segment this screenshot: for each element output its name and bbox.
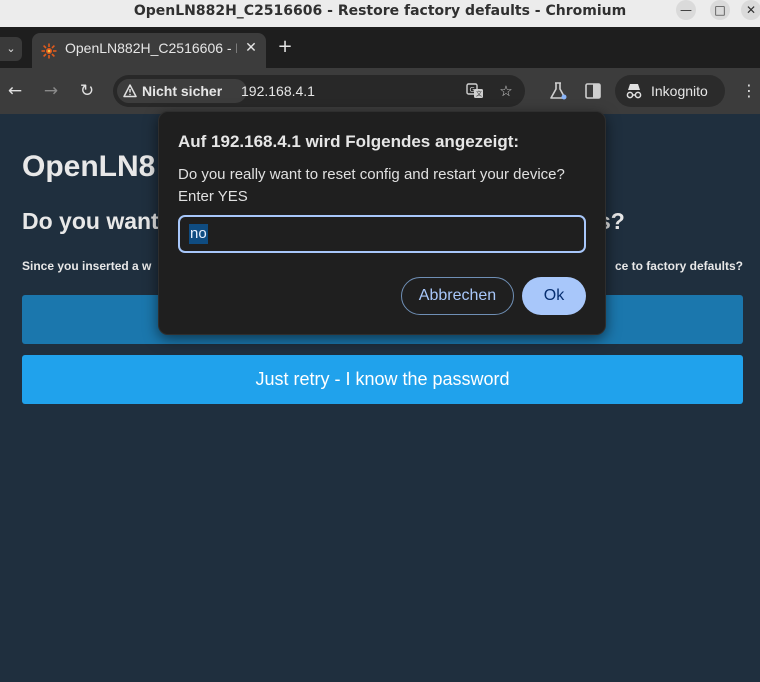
back-arrow-icon[interactable]: ← [3, 79, 27, 103]
page-title-text: OpenLN8 [22, 150, 156, 183]
dialog-message: Do you really want to reset config and r… [178, 166, 565, 205]
window-title: OpenLN882H_C2516606 - Restore factory de… [133, 3, 627, 19]
url-text[interactable]: 192.168.4.1 [241, 75, 315, 107]
minimize-icon[interactable]: — [676, 0, 696, 20]
tab-search-icon[interactable]: ⌄ [0, 37, 22, 61]
kebab-menu-icon[interactable]: ⋮ [740, 79, 758, 103]
close-window-icon[interactable]: ✕ [741, 0, 760, 20]
ok-button[interactable]: Ok [522, 277, 586, 315]
warning-triangle-icon [123, 84, 137, 98]
new-tab-icon[interactable]: + [274, 37, 296, 59]
window-titlebar: OpenLN882H_C2516606 - Restore factory de… [0, 0, 760, 27]
side-panel-icon[interactable] [581, 79, 605, 103]
security-label: Nicht sicher [142, 83, 223, 99]
star-icon[interactable]: ☆ [496, 81, 516, 101]
tab-strip: ⌄ OpenLN882H_C2516606 - Restore factory … [0, 27, 760, 68]
reload-icon[interactable]: ↻ [75, 79, 99, 103]
tab-close-icon[interactable]: ✕ [241, 36, 261, 60]
address-bar[interactable]: Nicht sicher 192.168.4.1 G 文 ☆ [113, 75, 525, 107]
dialog-input[interactable]: no [178, 215, 586, 253]
tab-active[interactable]: OpenLN882H_C2516606 - Restore factory de… [32, 33, 266, 68]
security-chip[interactable]: Nicht sicher [117, 79, 247, 103]
cancel-button[interactable]: Abbrechen [401, 277, 514, 315]
dialog-title: Auf 192.168.4.1 wird Folgendes angezeigt… [178, 132, 520, 151]
browser-toolbar: ← → ↻ Nicht sicher 192.168.4.1 G 文 ☆ Ink… [0, 68, 760, 114]
retry-button[interactable]: Just retry - I know the password [22, 355, 743, 404]
maximize-icon[interactable]: □ [710, 0, 730, 20]
forward-arrow-icon[interactable]: → [39, 79, 63, 103]
page-description-right: ce to factory defaults? [614, 259, 743, 273]
page-title: OpenLN8 [22, 150, 155, 184]
tab-title: OpenLN882H_C2516606 - Restore factory de… [65, 40, 237, 56]
translate-icon[interactable]: G 文 [465, 81, 485, 101]
flask-icon[interactable] [546, 79, 570, 103]
svg-text:文: 文 [476, 90, 482, 98]
incognito-badge[interactable]: Inkognito [615, 75, 725, 107]
incognito-label: Inkognito [651, 83, 708, 99]
dialog-input-value: no [189, 224, 208, 244]
incognito-icon [626, 84, 642, 99]
prompt-dialog: Auf 192.168.4.1 wird Folgendes angezeigt… [158, 111, 606, 335]
page-description-left: Since you inserted a w [22, 259, 152, 273]
page-heading-left: Do you want [22, 208, 159, 234]
openbeken-favicon-icon [41, 43, 57, 59]
page-heading: Do you want s? [22, 208, 625, 235]
